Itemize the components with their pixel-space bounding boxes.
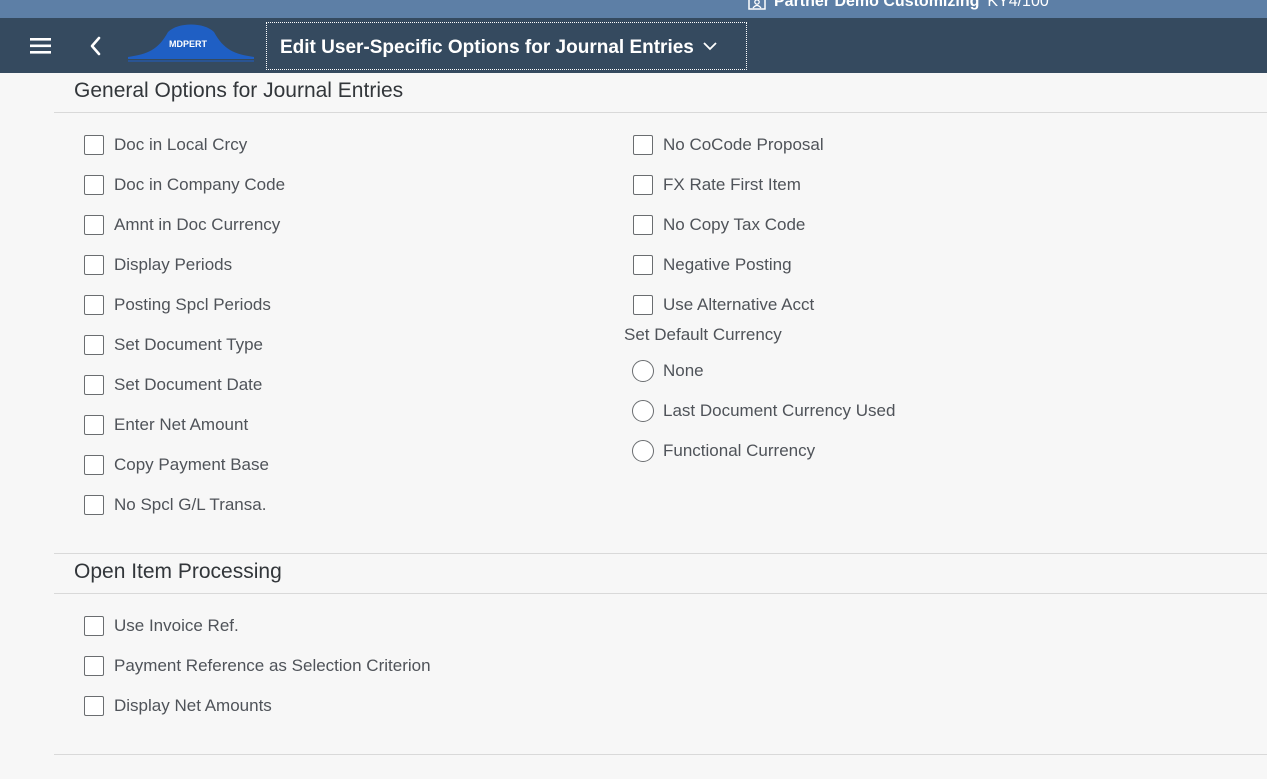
- section-divider: [54, 553, 1267, 554]
- radio-button[interactable]: [632, 400, 654, 422]
- checkbox-box[interactable]: [633, 295, 653, 315]
- checkbox-set-document-type[interactable]: Set Document Type: [84, 332, 263, 358]
- checkbox-label: Doc in Company Code: [114, 175, 286, 194]
- app-title-menu[interactable]: Edit User-Specific Options for Journal E…: [266, 22, 747, 70]
- system-name: Partner Demo Customizing: [774, 0, 980, 10]
- section-divider: [54, 593, 1267, 594]
- checkbox-box[interactable]: [84, 495, 104, 515]
- checkbox-doc-local-crcy[interactable]: Doc in Local Crcy: [84, 132, 247, 158]
- checkbox-doc-company-code[interactable]: Doc in Company Code: [84, 172, 285, 198]
- company-logo[interactable]: MDPERT: [128, 24, 254, 70]
- checkbox-box[interactable]: [633, 135, 653, 155]
- radio-label: Functional Currency: [663, 441, 816, 460]
- system-icon: [748, 0, 766, 10]
- default-currency-label: Set Default Currency: [624, 325, 782, 344]
- checkbox-display-periods[interactable]: Display Periods: [84, 252, 232, 278]
- checkbox-no-spcl-gl-transa[interactable]: No Spcl G/L Transa.: [84, 492, 266, 518]
- back-button[interactable]: [82, 32, 110, 60]
- checkbox-label: Payment Reference as Selection Criterion: [114, 656, 431, 675]
- checkbox-display-net-amounts[interactable]: Display Net Amounts: [84, 693, 272, 719]
- checkbox-payment-reference-criterion[interactable]: Payment Reference as Selection Criterion: [84, 653, 431, 679]
- checkbox-no-cocode-proposal[interactable]: No CoCode Proposal: [633, 132, 824, 158]
- radio-label: Last Document Currency Used: [663, 401, 896, 420]
- checkbox-box[interactable]: [633, 175, 653, 195]
- logo-text: MDPERT: [169, 39, 208, 49]
- checkbox-label: Set Document Date: [114, 375, 263, 394]
- checkbox-copy-payment-base[interactable]: Copy Payment Base: [84, 452, 269, 478]
- checkbox-label: Doc in Local Crcy: [114, 135, 248, 154]
- radio-label: None: [663, 361, 704, 380]
- checkbox-use-alternative-acct[interactable]: Use Alternative Acct: [633, 292, 814, 318]
- system-strip: Partner Demo Customizing KY4/100: [0, 0, 1267, 18]
- chevron-left-icon: [90, 36, 101, 56]
- checkbox-label: FX Rate First Item: [663, 175, 801, 194]
- checkbox-label: Use Invoice Ref.: [114, 616, 239, 635]
- checkbox-posting-spcl-periods[interactable]: Posting Spcl Periods: [84, 292, 271, 318]
- checkbox-box[interactable]: [633, 215, 653, 235]
- system-client: KY4/100: [987, 0, 1049, 10]
- checkbox-box[interactable]: [84, 135, 104, 155]
- checkbox-label: No CoCode Proposal: [663, 135, 824, 154]
- checkbox-label: Copy Payment Base: [114, 455, 269, 474]
- checkbox-negative-posting[interactable]: Negative Posting: [633, 252, 792, 278]
- checkbox-box[interactable]: [84, 335, 104, 355]
- checkbox-label: Display Periods: [114, 255, 233, 274]
- checkbox-set-document-date[interactable]: Set Document Date: [84, 372, 262, 398]
- checkbox-label: Set Document Type: [114, 335, 263, 354]
- section-divider: [54, 754, 1267, 755]
- radio-last-document-currency[interactable]: Last Document Currency Used: [632, 398, 895, 424]
- checkbox-box[interactable]: [633, 255, 653, 275]
- radio-button[interactable]: [632, 360, 654, 382]
- checkbox-box[interactable]: [84, 415, 104, 435]
- shell-bar: MDPERT Edit User-Specific Options for Jo…: [0, 18, 1267, 73]
- checkbox-box[interactable]: [84, 616, 104, 636]
- checkbox-label: Amnt in Doc Currency: [114, 215, 281, 234]
- checkbox-label: Use Alternative Acct: [663, 295, 815, 314]
- checkbox-amnt-doc-currency[interactable]: Amnt in Doc Currency: [84, 212, 280, 238]
- checkbox-label: Display Net Amounts: [114, 696, 272, 715]
- radio-button[interactable]: [632, 440, 654, 462]
- checkbox-label: No Copy Tax Code: [663, 215, 806, 234]
- checkbox-box[interactable]: [84, 656, 104, 676]
- checkbox-box[interactable]: [84, 455, 104, 475]
- checkbox-enter-net-amount[interactable]: Enter Net Amount: [84, 412, 248, 438]
- section-title-open-items: Open Item Processing: [74, 560, 282, 583]
- system-info[interactable]: Partner Demo Customizing KY4/100: [748, 0, 1049, 11]
- chevron-down-icon: [702, 36, 718, 51]
- checkbox-box[interactable]: [84, 255, 104, 275]
- radio-none[interactable]: None: [632, 358, 704, 384]
- checkbox-box[interactable]: [84, 375, 104, 395]
- checkbox-label: No Spcl G/L Transa.: [114, 495, 267, 514]
- section-title-general: General Options for Journal Entries: [74, 79, 404, 102]
- menu-button[interactable]: [24, 34, 58, 58]
- checkbox-use-invoice-ref[interactable]: Use Invoice Ref.: [84, 613, 239, 639]
- checkbox-label: Enter Net Amount: [114, 415, 249, 434]
- checkbox-label: Posting Spcl Periods: [114, 295, 271, 314]
- app-title: Edit User-Specific Options for Journal E…: [280, 37, 694, 58]
- checkbox-label: Negative Posting: [663, 255, 792, 274]
- checkbox-fx-rate-first-item[interactable]: FX Rate First Item: [633, 172, 801, 198]
- checkbox-box[interactable]: [84, 696, 104, 716]
- hamburger-icon: [30, 38, 51, 54]
- checkbox-box[interactable]: [84, 215, 104, 235]
- checkbox-no-copy-tax-code[interactable]: No Copy Tax Code: [633, 212, 805, 238]
- radio-functional-currency[interactable]: Functional Currency: [632, 438, 815, 464]
- checkbox-box[interactable]: [84, 175, 104, 195]
- section-divider: [54, 112, 1267, 113]
- checkbox-box[interactable]: [84, 295, 104, 315]
